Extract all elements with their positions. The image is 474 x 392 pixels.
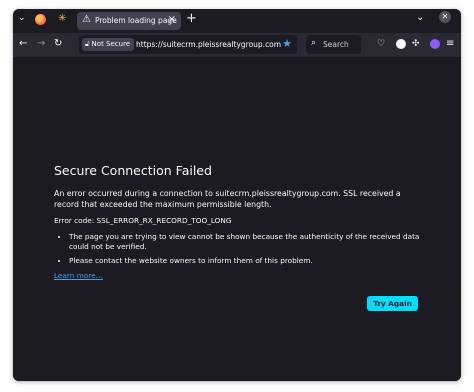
list-all-tabs-icon[interactable]: ⌄ (18, 13, 26, 23)
bookmark-star-icon[interactable]: ★ (282, 37, 292, 50)
forward-icon[interactable]: → (37, 38, 45, 50)
menu-icon[interactable]: ≡ (446, 38, 454, 50)
url-bar[interactable]: 🔓︎ Not Secure https://suitecrm.pleissreal… (79, 35, 297, 54)
new-tab-icon[interactable]: + (186, 11, 197, 26)
nav-bar: ← → ↻ 🔓︎ Not Secure https://suitecrm.plei… (13, 33, 461, 57)
search-icon: ⌕ (311, 38, 317, 48)
error-code: Error code: SSL_ERROR_RX_RECORD_TOO_LONG (54, 216, 232, 225)
list-item: Please contact the website owners to inf… (69, 256, 429, 266)
url-text[interactable]: https://suitecrm.pleissrealtygroup.com (136, 40, 281, 49)
search-placeholder: Search (323, 40, 349, 49)
learn-more-link[interactable]: Learn more… (54, 271, 103, 280)
tab-active[interactable]: ⚠ Problem loading page × (77, 12, 181, 30)
pocket-icon[interactable]: ♡ (377, 38, 385, 50)
close-tab-icon[interactable]: × (168, 14, 176, 25)
pinned-tab-icon[interactable]: ✳ (58, 13, 66, 25)
lock-icon: 🔓︎ (85, 40, 90, 48)
reload-icon[interactable]: ↻ (54, 38, 62, 50)
list-item: The page you are trying to view cannot b… (69, 232, 429, 252)
error-bullet-list: The page you are trying to view cannot b… (54, 232, 429, 270)
security-badge-label: Not Secure (91, 40, 131, 48)
close-window-icon[interactable]: ✕ (439, 11, 451, 23)
error-title: Secure Connection Failed (54, 163, 212, 178)
error-page: Secure Connection Failed An error occurr… (13, 57, 461, 381)
security-badge[interactable]: 🔓︎ Not Secure (82, 38, 135, 51)
extension-icon[interactable] (396, 39, 406, 49)
extensions-puzzle-icon[interactable]: ✣ (412, 38, 420, 50)
warning-icon: ⚠ (82, 14, 91, 25)
tab-title: Problem loading page (95, 16, 177, 25)
browser-window: ⌄ ✳ ⚠ Problem loading page × + ⌄ ✕ ← → ↻… (13, 9, 461, 381)
try-again-button[interactable]: Try Again (367, 296, 418, 311)
error-description: An error occurred during a connection to… (54, 189, 401, 209)
pinned-tab-firefox-icon[interactable] (35, 14, 46, 25)
search-input[interactable]: ⌕ Search (306, 35, 361, 54)
profile-icon[interactable] (430, 39, 440, 49)
tab-bar: ⌄ ✳ ⚠ Problem loading page × + ⌄ ✕ (13, 9, 461, 33)
back-icon[interactable]: ← (19, 38, 27, 50)
chevron-down-icon[interactable]: ⌄ (416, 12, 424, 23)
